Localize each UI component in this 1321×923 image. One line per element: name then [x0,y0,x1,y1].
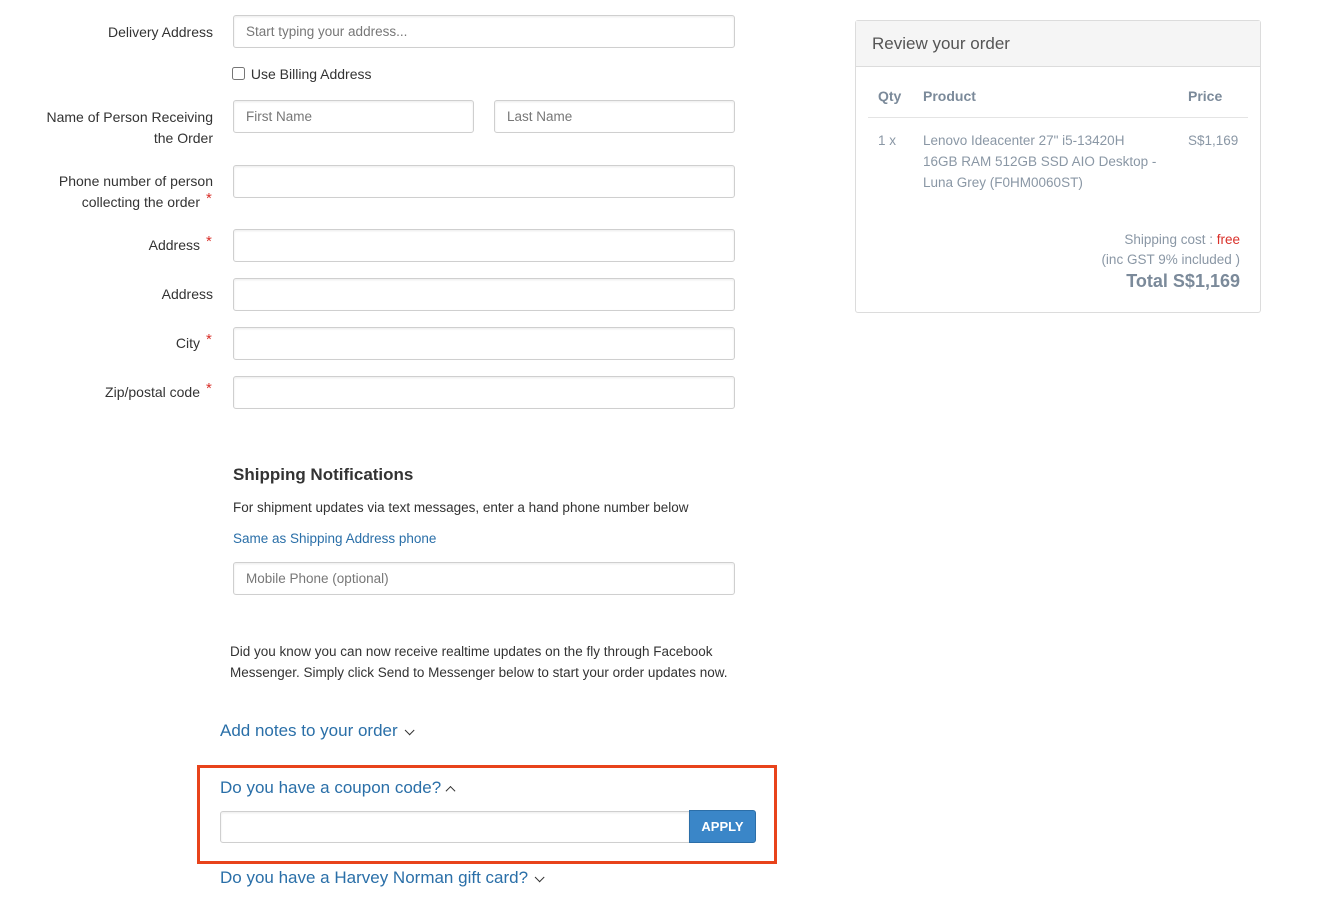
mobile-phone-input[interactable] [233,562,735,595]
city-label: City [175,335,200,351]
gift-card-link[interactable]: Do you have a Harvey Norman gift card? [220,868,545,888]
use-billing-checkbox[interactable] [232,67,245,80]
last-name-input[interactable] [494,100,735,133]
same-as-shipping-phone-link[interactable]: Same as Shipping Address phone [233,531,436,546]
apply-coupon-button[interactable]: APPLY [689,810,756,843]
add-notes-link[interactable]: Add notes to your order [220,721,415,741]
shipping-cost-value: free [1216,232,1240,247]
order-total: Total S$1,169 [1126,271,1240,291]
chevron-down-icon [534,872,545,883]
price-column-header: Price [1188,88,1223,104]
add-notes-label: Add notes to your order [220,721,398,740]
shipping-cost-label: Shipping cost : [1124,232,1213,247]
header-divider [868,117,1248,118]
coupon-code-toggle[interactable]: Do you have a coupon code? [220,778,456,798]
zip-input[interactable] [233,376,735,409]
shipping-notifications-heading: Shipping Notifications [233,465,414,484]
address2-input[interactable] [233,278,735,311]
coupon-code-label: Do you have a coupon code? [220,778,442,797]
delivery-address-label: Delivery Address [107,24,213,40]
coupon-code-input[interactable] [220,811,690,843]
item-qty: 1 x [878,133,897,148]
review-order-panel: Review your order Qty Product Price 1 x … [855,20,1261,313]
city-required-mark: * [206,331,212,348]
gst-note: (inc GST 9% included ) [1101,252,1240,267]
item-price: S$1,169 [1188,133,1239,148]
review-order-title: Review your order [856,21,1260,67]
zip-label: Zip/postal code [105,384,200,400]
shipping-notifications-description: For shipment updates via text messages, … [233,500,689,515]
address2-label: Address [161,286,213,302]
gift-card-label: Do you have a Harvey Norman gift card? [220,868,529,887]
shipping-cost: Shipping cost : free [1124,232,1240,247]
qty-column-header: Qty [878,88,902,104]
zip-required-mark: * [206,380,212,397]
use-billing-label: Use Billing Address [250,66,372,82]
chevron-down-icon [404,725,415,736]
name-receiving-label: Name of Person Receiving the Order [46,109,213,146]
address1-label: Address [148,237,200,253]
address1-required-mark: * [206,233,212,250]
phone-label: Phone number of person collecting the or… [58,173,213,210]
delivery-address-input[interactable] [233,15,735,48]
chevron-up-icon [445,785,456,796]
phone-input[interactable] [233,165,735,198]
address1-input[interactable] [233,229,735,262]
phone-required-mark: * [206,190,212,207]
product-column-header: Product [923,88,976,104]
messenger-info-text: Did you know you can now receive realtim… [230,644,728,680]
first-name-input[interactable] [233,100,474,133]
use-billing-address[interactable]: Use Billing Address [232,64,372,84]
item-product: Lenovo Ideacenter 27" i5-13420H 16GB RAM… [923,133,1157,190]
city-input[interactable] [233,327,735,360]
